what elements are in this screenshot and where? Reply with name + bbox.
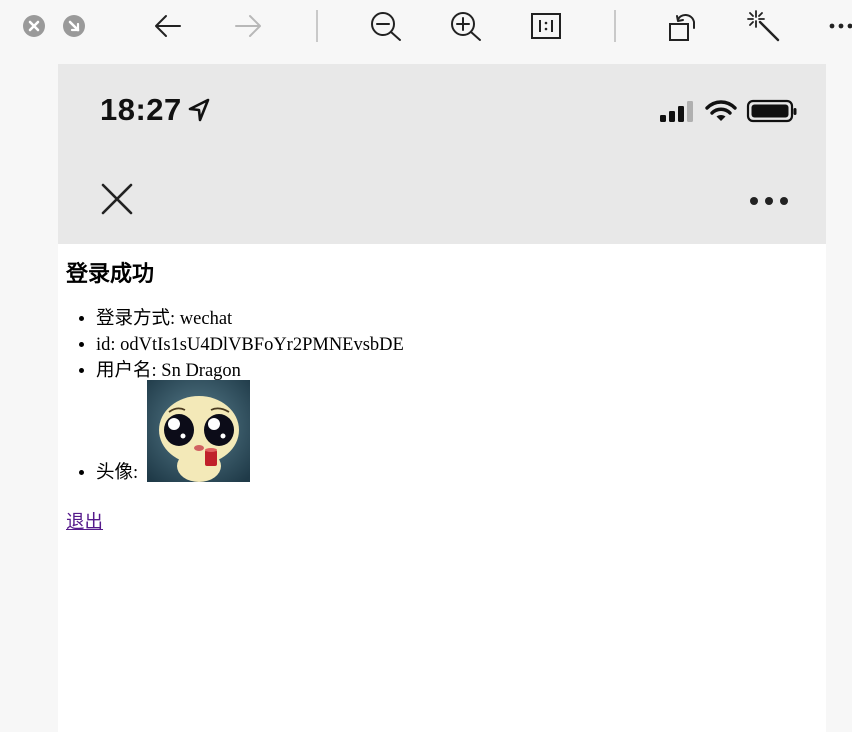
- zoom-in-icon[interactable]: [448, 10, 484, 42]
- info-label-login-method: 登录方式: [96, 309, 171, 329]
- logout-link[interactable]: 退出: [66, 508, 103, 534]
- viewer-margin-right: [826, 64, 852, 732]
- status-icons: [658, 98, 798, 128]
- viewer-margin-left: [0, 64, 58, 732]
- list-item: 头像:: [96, 380, 796, 486]
- info-value-id: odVtIs1sU4DlVBFoYr2PMNEvsbDE: [120, 335, 404, 355]
- battery-icon: [746, 98, 798, 128]
- info-separator: :: [170, 309, 180, 329]
- info-label-username: 用户名: [96, 361, 152, 381]
- toolbar-separator: [316, 10, 318, 42]
- page-title: 登录成功: [66, 262, 155, 287]
- phone-screen: 18:27 登录成功 • 登录方式: wechat • id: odVtIs1s…: [58, 64, 826, 732]
- toolbar-separator: [614, 10, 616, 42]
- zoom-out-icon[interactable]: [368, 10, 404, 42]
- info-separator: :: [110, 335, 121, 355]
- info-separator: :: [133, 463, 143, 483]
- avatar: [146, 380, 250, 482]
- more-icon[interactable]: [826, 14, 852, 38]
- signal-icon: [658, 99, 696, 127]
- forward-arrow-icon[interactable]: [232, 12, 264, 40]
- location-arrow-icon: [188, 98, 210, 126]
- info-value-username: Sn Dragon: [161, 361, 241, 381]
- minimize-icon[interactable]: [62, 14, 86, 38]
- close-window-icon[interactable]: [22, 14, 46, 38]
- close-icon[interactable]: [100, 182, 134, 220]
- phone-header: 18:27: [58, 64, 826, 244]
- magic-wand-icon[interactable]: [746, 8, 782, 44]
- list-item: 登录方式: wechat: [96, 306, 796, 332]
- status-time: 18:27: [100, 92, 182, 127]
- viewer-toolbar: [0, 0, 852, 64]
- rotate-icon[interactable]: [666, 8, 702, 44]
- more-icon[interactable]: [748, 192, 790, 211]
- info-label-id: id: [96, 335, 111, 355]
- back-arrow-icon[interactable]: [152, 12, 184, 40]
- actual-size-icon[interactable]: [530, 12, 562, 40]
- info-separator: :: [151, 361, 162, 381]
- info-value-login-method: wechat: [179, 309, 233, 329]
- list-item: id: odVtIs1sU4DlVBFoYr2PMNEvsbDE: [96, 332, 796, 358]
- user-info-list: 登录方式: wechat id: odVtIs1sU4DlVBFoYr2PMNE…: [66, 306, 796, 486]
- wifi-icon: [704, 99, 738, 127]
- info-label-avatar: 头像: [96, 463, 134, 483]
